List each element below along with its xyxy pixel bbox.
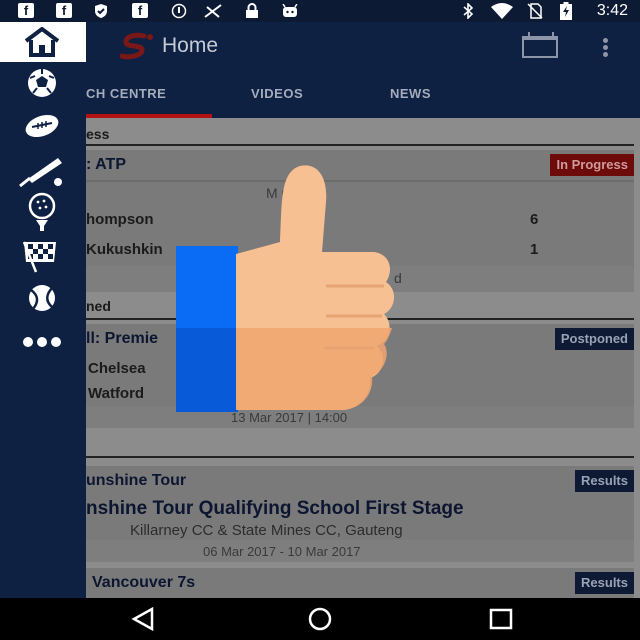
android-icon: [280, 3, 300, 19]
event-date: 06 Mar 2017 - 10 Mar 2017: [203, 544, 361, 559]
event-name: nshine Tour Qualifying School First Stag…: [86, 498, 464, 519]
calendar-icon[interactable]: [522, 32, 558, 58]
card-title: ll: Premie: [86, 330, 159, 347]
status-badge: Results: [575, 572, 634, 594]
home-icon[interactable]: [18, 22, 66, 62]
section-divider: [86, 456, 634, 458]
facebook-icon: f: [132, 3, 148, 18]
thumbs-up-icon: [176, 162, 395, 416]
no-sim-icon: [526, 3, 544, 19]
player-name: Kukushkin: [86, 241, 163, 258]
app-bar: Home CH CENTRE VIDEOS NEWS: [0, 22, 640, 118]
player-score: 1: [530, 241, 539, 258]
card-title: Vancouver 7s: [92, 574, 196, 591]
info-icon: [170, 3, 188, 19]
lock-icon: [244, 3, 260, 19]
team-name: Chelsea: [88, 360, 146, 377]
no-signal-icon: [202, 3, 224, 19]
wifi-icon: [488, 3, 516, 19]
result-card-sunshine-tour[interactable]: unshine Tour Results nshine Tour Qualify…: [86, 466, 634, 562]
venue: Killarney CC & State Mines CC, Gauteng: [130, 522, 403, 539]
back-icon[interactable]: [130, 606, 156, 632]
home-button-icon[interactable]: [306, 607, 334, 631]
status-badge: Results: [575, 470, 634, 492]
overflow-menu-icon[interactable]: [600, 38, 610, 58]
bluetooth-icon: [460, 3, 476, 19]
tab-match-centre[interactable]: CH CENTRE: [86, 86, 166, 101]
team-name: Watford: [88, 385, 145, 402]
clock: 3:42: [596, 2, 628, 19]
tab-news[interactable]: NEWS: [390, 86, 431, 101]
motorsport-flag-icon[interactable]: [18, 236, 66, 276]
facebook-icon: f: [18, 3, 34, 18]
player-name: hompson: [86, 211, 154, 228]
supersport-logo-icon: [118, 32, 156, 62]
card-footer-text: d: [394, 270, 402, 286]
recents-icon[interactable]: [488, 607, 514, 631]
tennis-icon[interactable]: [18, 278, 66, 318]
tab-indicator: [86, 114, 212, 118]
status-badge: In Progress: [550, 154, 634, 176]
battery-charging-icon: [558, 2, 574, 20]
more-icon[interactable]: [18, 322, 66, 362]
soccer-icon[interactable]: [18, 63, 66, 103]
section-divider: [86, 144, 634, 146]
status-bar: f f f 3:42: [0, 0, 640, 22]
rugby-icon[interactable]: [18, 106, 66, 146]
page-title: Home: [162, 34, 219, 57]
card-title: unshine Tour: [86, 472, 187, 489]
tab-videos[interactable]: VIDEOS: [251, 86, 303, 101]
golf-icon[interactable]: [18, 192, 66, 232]
system-nav-bar: [0, 598, 640, 640]
result-card-vancouver-7s[interactable]: Vancouver 7s Results: [86, 568, 634, 598]
shield-icon: [92, 3, 110, 19]
facebook-icon: f: [56, 3, 72, 18]
navigation-drawer: [0, 22, 86, 598]
cricket-icon[interactable]: [18, 150, 66, 190]
status-badge: Postponed: [554, 328, 634, 350]
player-score: 6: [530, 211, 539, 228]
card-title: : ATP: [86, 156, 126, 173]
